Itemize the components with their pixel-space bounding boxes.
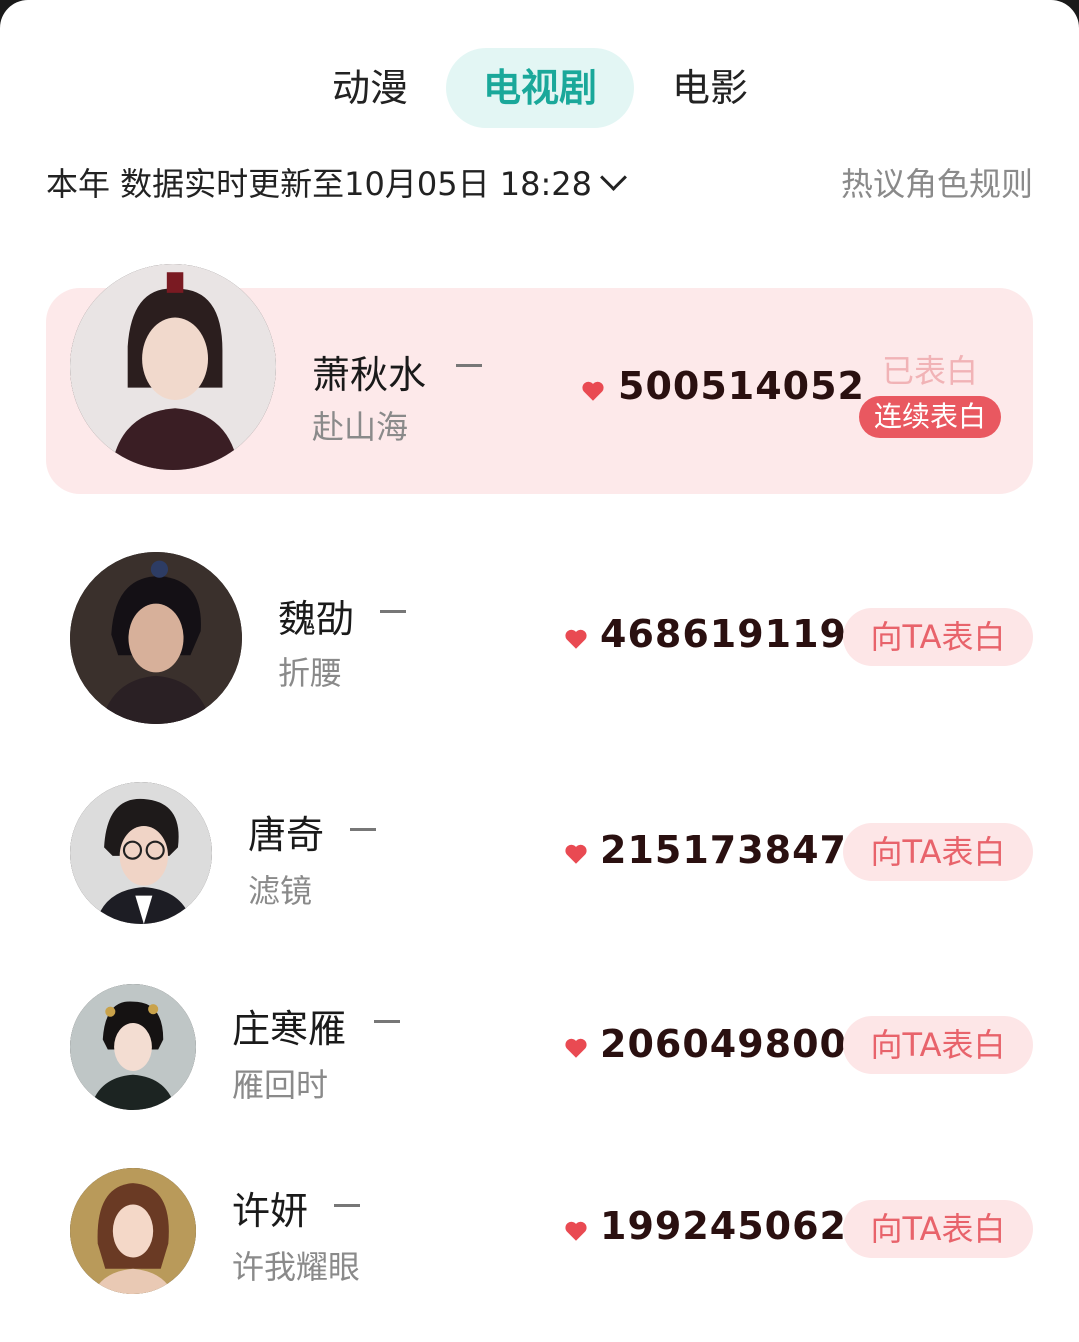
heat-score: 500514052	[618, 364, 865, 408]
heat-score: 468619119	[600, 612, 847, 656]
show-title: 滤镜	[248, 872, 313, 910]
heart-icon	[565, 1038, 587, 1058]
confess-button[interactable]: 向TA表白	[843, 608, 1033, 666]
show-title: 雁回时	[232, 1066, 329, 1104]
rank-change-dash	[380, 610, 406, 613]
heart-icon	[565, 844, 587, 864]
avatar[interactable]	[70, 552, 242, 724]
portrait-image	[70, 552, 242, 724]
category-tabs: 动漫 电视剧 电影	[0, 48, 1079, 128]
character-name: 唐奇	[248, 813, 325, 857]
character-name: 许妍	[232, 1189, 309, 1233]
chevron-down-icon	[600, 164, 627, 191]
rank-change-dash	[374, 1020, 400, 1023]
list-item: 许妍 许我耀眼 199245062 向TA表白	[0, 1168, 1079, 1296]
streak-confess-button[interactable]: 连续表白	[859, 396, 1001, 438]
rules-link[interactable]: 热议角色规则	[841, 160, 1033, 208]
rank-change-dash	[334, 1204, 360, 1207]
tab-tv-drama[interactable]: 电视剧	[446, 48, 634, 128]
avatar[interactable]	[70, 984, 196, 1110]
tab-movie[interactable]: 电影	[660, 48, 760, 128]
heat-score: 206049800	[600, 1022, 847, 1066]
portrait-image	[70, 984, 196, 1110]
show-title: 折腰	[278, 654, 343, 692]
avatar[interactable]	[70, 264, 276, 470]
list-item: 魏劭 折腰 468619119 向TA表白	[0, 552, 1079, 726]
ranking-sheet: 动漫 电视剧 电影 本年 数据实时更新至10月05日 18:28 热议角色规则 …	[0, 0, 1079, 1342]
list-item: 唐奇 滤镜 215173847 向TA表白	[0, 782, 1079, 926]
heart-icon	[565, 1221, 587, 1241]
list-item: 萧秋水 赴山海 500514052 已表白 连续表白	[0, 264, 1079, 494]
subheader: 本年 数据实时更新至10月05日 18:28 热议角色规则	[46, 160, 1033, 208]
time-scope-selector[interactable]: 本年 数据实时更新至10月05日 18:28	[46, 160, 627, 208]
confessed-label: 已表白	[882, 352, 979, 390]
portrait-image	[70, 1168, 196, 1294]
heat-score: 199245062	[600, 1204, 847, 1248]
list-item: 庄寒雁 雁回时 206049800 向TA表白	[0, 984, 1079, 1112]
portrait-image	[70, 782, 212, 924]
scope-label: 本年 数据实时更新至10月05日 18:28	[46, 165, 593, 203]
confess-button[interactable]: 向TA表白	[843, 823, 1033, 881]
portrait-image	[70, 264, 276, 470]
heat-score: 215173847	[600, 828, 847, 872]
character-name: 萧秋水	[312, 353, 427, 397]
rank-change-dash	[456, 364, 482, 367]
avatar[interactable]	[70, 782, 212, 924]
show-title: 赴山海	[312, 408, 409, 446]
confess-button[interactable]: 向TA表白	[843, 1200, 1033, 1258]
avatar[interactable]	[70, 1168, 196, 1294]
rank-change-dash	[350, 828, 376, 831]
heart-icon	[582, 381, 604, 401]
show-title: 许我耀眼	[232, 1248, 361, 1286]
character-name: 魏劭	[278, 597, 355, 641]
heart-icon	[565, 629, 587, 649]
confess-button[interactable]: 向TA表白	[843, 1016, 1033, 1074]
character-name: 庄寒雁	[232, 1007, 347, 1051]
tab-anime[interactable]: 动漫	[320, 48, 420, 128]
